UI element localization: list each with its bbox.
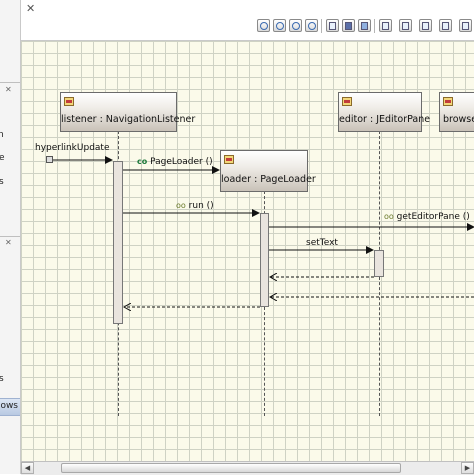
panel-divider — [0, 82, 20, 83]
message-text: getEditorPane () — [396, 212, 470, 222]
pin-icon[interactable]: ✕ — [5, 86, 12, 94]
panel-text-fragment: e — [0, 153, 5, 163]
constructor-stereotype: co — [137, 157, 148, 166]
print-icon[interactable] — [326, 19, 339, 32]
toolbar-separator — [374, 19, 375, 33]
zoom-page-icon[interactable] — [305, 19, 318, 32]
lifeline-label: browser — [443, 114, 474, 125]
message-text: PageLoader () — [150, 157, 213, 167]
lifeline-box-browser[interactable]: browser — [439, 92, 474, 132]
class-icon — [443, 97, 453, 106]
message-label-run[interactable]: oo run () — [176, 201, 214, 211]
message-label-create[interactable]: co PageLoader () — [137, 157, 213, 167]
more-icon[interactable] — [439, 19, 452, 32]
panel-text-fragment: s — [0, 177, 4, 187]
zoom-in-icon[interactable] — [257, 19, 270, 32]
toolbar-separator — [321, 19, 322, 33]
layout-icon[interactable] — [419, 19, 432, 32]
editor-toolbar: ✕ — [21, 0, 474, 41]
page-setup-icon[interactable] — [399, 19, 412, 32]
scroll-right-icon[interactable]: ▶ — [461, 462, 474, 474]
horizontal-scrollbar[interactable]: ◀ ▶ — [21, 461, 474, 475]
method-stereotype: oo — [384, 212, 394, 221]
view-tab-label: ows — [0, 401, 18, 411]
zoom-fit-icon[interactable] — [289, 19, 302, 32]
lifeline-box-loader[interactable]: loader : PageLoader — [220, 150, 316, 192]
export-icon[interactable] — [358, 19, 371, 32]
method-stereotype: oo — [176, 201, 186, 210]
message-label-settext[interactable]: setText — [306, 238, 338, 248]
scrollbar-thumb[interactable] — [61, 463, 401, 473]
properties-icon[interactable] — [379, 19, 392, 32]
save-icon[interactable] — [342, 19, 355, 32]
class-icon — [64, 97, 74, 106]
class-icon — [342, 97, 352, 106]
class-icon — [224, 155, 234, 164]
lifeline-box-listener[interactable]: listener : NavigationListener — [60, 92, 196, 132]
message-text: run () — [188, 201, 214, 211]
view-tab[interactable]: ows — [0, 398, 20, 416]
more-icon[interactable] — [459, 19, 472, 32]
panel-text-fragment: s — [0, 374, 4, 384]
pin-icon[interactable]: ✕ — [5, 239, 12, 247]
lifeline-label: listener : NavigationListener — [61, 114, 196, 125]
panel-divider — [0, 236, 20, 237]
activation-bar-listener[interactable] — [113, 161, 123, 324]
message-label-geteditorpane[interactable]: oo getEditorPane () — [384, 212, 470, 222]
scroll-left-icon[interactable]: ◀ — [21, 462, 34, 474]
message-label-hyperlinkupdate[interactable]: hyperlinkUpdate — [35, 143, 110, 153]
lifeline-label: loader : PageLoader — [221, 174, 316, 185]
activation-bar-loader[interactable] — [260, 213, 269, 307]
lifeline-box-editor[interactable]: editor : JEditorPane — [338, 92, 431, 132]
found-message-origin[interactable] — [46, 156, 53, 163]
panel-text-fragment: n — [0, 130, 4, 140]
zoom-out-icon[interactable] — [273, 19, 286, 32]
activation-bar-editor[interactable] — [374, 250, 384, 277]
close-icon[interactable]: ✕ — [26, 3, 35, 14]
lifeline-label: editor : JEditorPane — [339, 114, 431, 125]
